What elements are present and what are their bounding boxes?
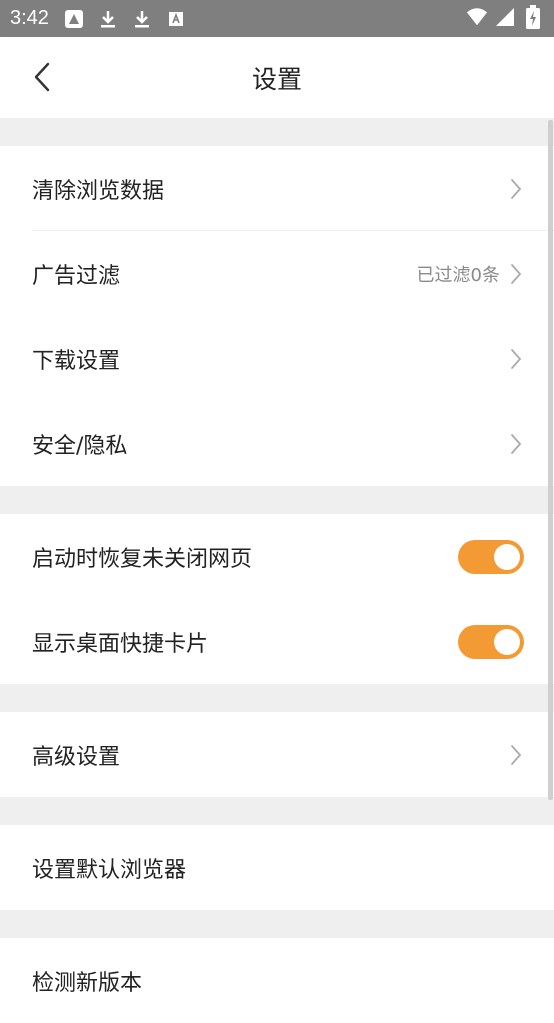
settings-group-advanced: 高级设置	[0, 712, 554, 797]
section-gap	[0, 910, 554, 938]
advanced-settings-item[interactable]: 高级设置	[0, 712, 554, 797]
status-icons-left	[63, 8, 187, 30]
set-default-browser-item[interactable]: 设置默认浏览器	[0, 825, 554, 910]
app-icon	[63, 8, 85, 30]
item-label: 高级设置	[32, 744, 121, 770]
download-settings-item[interactable]: 下载设置	[0, 316, 554, 401]
item-label: 下载设置	[32, 348, 121, 374]
item-label: 安全/隐私	[32, 433, 128, 459]
item-label: 检测新版本	[32, 970, 143, 996]
chevron-right-icon	[508, 743, 524, 767]
signal-icon	[494, 6, 516, 28]
status-icons-right	[466, 5, 544, 29]
clear-browsing-data-item[interactable]: 清除浏览数据	[0, 146, 554, 231]
restore-tabs-toggle[interactable]	[458, 539, 524, 574]
chevron-right-icon	[508, 262, 524, 286]
status-time: 3:42	[10, 7, 49, 29]
item-label: 清除浏览数据	[32, 178, 165, 204]
battery-icon	[522, 5, 544, 29]
settings-list: 清除浏览数据 广告过滤 已过滤0条 下载设置 安全/隐私 启动时恢复未关闭网页 …	[0, 118, 554, 1023]
item-label: 显示桌面快捷卡片	[32, 631, 209, 657]
chevron-right-icon	[508, 432, 524, 456]
item-label: 广告过滤	[32, 263, 121, 289]
chevron-right-icon	[508, 177, 524, 201]
chevron-left-icon	[34, 62, 50, 92]
check-update-item[interactable]: 检测新版本	[0, 938, 554, 1023]
page-title: 设置	[251, 64, 302, 94]
chevron-right-icon	[508, 347, 524, 371]
back-button[interactable]	[24, 59, 60, 95]
download-icon	[97, 8, 119, 30]
ad-filter-item[interactable]: 广告过滤 已过滤0条	[0, 231, 554, 316]
wifi-icon	[466, 6, 488, 28]
toggle-knob	[494, 628, 520, 655]
text-icon	[165, 8, 187, 30]
settings-group-default-browser: 设置默认浏览器	[0, 825, 554, 910]
desktop-shortcut-card-item: 显示桌面快捷卡片	[0, 599, 554, 684]
header: 设置	[0, 37, 554, 118]
restore-tabs-item: 启动时恢复未关闭网页	[0, 514, 554, 599]
scrollbar[interactable]	[548, 120, 553, 800]
ad-filter-count: 已过滤0条	[416, 264, 500, 286]
item-label: 启动时恢复未关闭网页	[32, 546, 253, 572]
security-privacy-item[interactable]: 安全/隐私	[0, 401, 554, 486]
download-icon	[131, 8, 153, 30]
settings-group-toggles: 启动时恢复未关闭网页 显示桌面快捷卡片	[0, 514, 554, 684]
section-gap	[0, 684, 554, 712]
section-gap	[0, 797, 554, 825]
section-gap	[0, 486, 554, 514]
section-gap	[0, 118, 554, 146]
desktop-shortcut-card-toggle[interactable]	[458, 624, 524, 659]
toggle-knob	[494, 543, 520, 570]
status-bar: 3:42	[0, 0, 554, 37]
settings-group-general: 清除浏览数据 广告过滤 已过滤0条 下载设置 安全/隐私	[0, 146, 554, 486]
item-label: 设置默认浏览器	[32, 857, 187, 883]
settings-group-update: 检测新版本	[0, 938, 554, 1023]
